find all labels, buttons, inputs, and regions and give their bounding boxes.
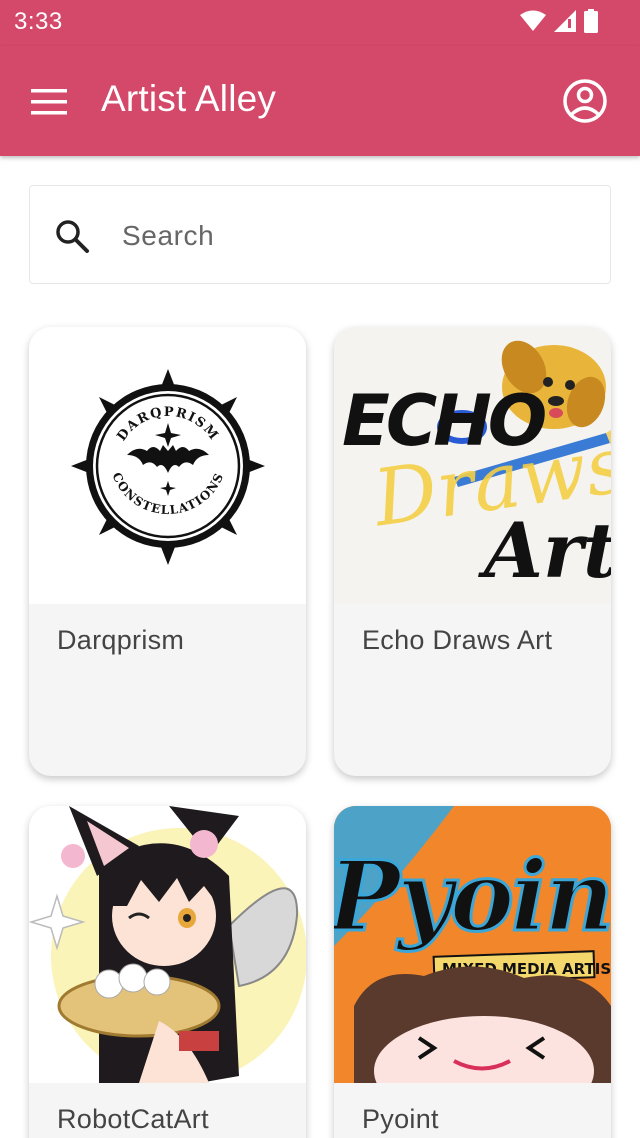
pyoint-logo-text: Pyoint	[334, 840, 611, 953]
status-icons	[520, 9, 598, 33]
artist-card-pyoint[interactable]: Pyoint MIXED MEDIA ARTIST Pyoint	[334, 806, 611, 1138]
search-input[interactable]	[122, 208, 582, 264]
battery-icon	[584, 9, 598, 33]
search-bar[interactable]	[29, 185, 611, 284]
echo-logo-echo: ECHO	[342, 380, 545, 462]
wifi-icon	[520, 10, 546, 31]
status-time: 3:33	[14, 8, 63, 35]
signal-icon	[554, 10, 576, 32]
pyoint-logo: Pyoint MIXED MEDIA ARTIST	[334, 806, 611, 1083]
artist-logo-echo-draws-art: Draws ECHO Art	[334, 327, 611, 604]
artist-card-darqprism[interactable]: DARQPRISM CONSTELLATIONS Darqprism	[29, 327, 306, 776]
menu-icon	[31, 89, 67, 115]
account-circle-icon	[563, 79, 607, 123]
artist-name: Pyoint	[362, 1104, 439, 1134]
darqprism-logo: DARQPRISM CONSTELLATIONS	[71, 369, 265, 565]
robotcatart-illustration	[29, 806, 306, 1083]
app-bar: Artist Alley	[0, 46, 640, 156]
artist-card-echo-draws-art[interactable]: Draws ECHO Art Echo Draws Art	[334, 327, 611, 776]
artist-logo-pyoint: Pyoint MIXED MEDIA ARTIST	[334, 806, 611, 1083]
status-bar: 3:33	[0, 0, 640, 46]
search-icon[interactable]	[54, 218, 90, 254]
page-title: Artist Alley	[101, 78, 277, 119]
echo-draws-art-logo: Draws ECHO Art	[342, 340, 611, 595]
account-button[interactable]	[562, 78, 608, 124]
artist-card-robotcatart[interactable]: RobotCatArt	[29, 806, 306, 1138]
artist-name: Echo Draws Art	[362, 625, 553, 655]
artist-logo-robotcatart	[29, 806, 306, 1083]
artist-name: RobotCatArt	[57, 1104, 209, 1134]
echo-logo-art: Art	[478, 506, 611, 595]
artist-name: Darqprism	[57, 625, 185, 655]
menu-button[interactable]	[28, 81, 70, 123]
artist-logo-darqprism: DARQPRISM CONSTELLATIONS	[29, 327, 306, 604]
